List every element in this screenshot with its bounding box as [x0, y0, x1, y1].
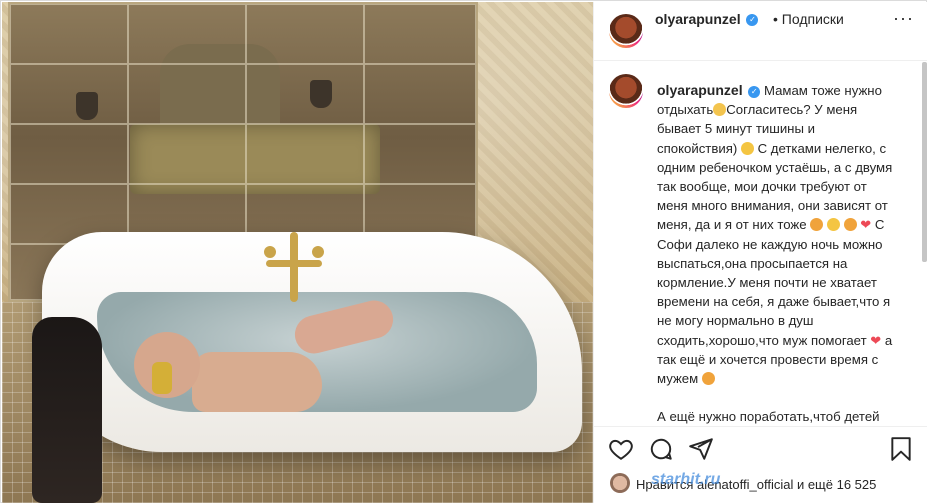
person-emoji-icon — [810, 218, 824, 232]
mirror-tile — [10, 124, 128, 184]
heart-emoji-icon: ❤ — [870, 332, 882, 348]
mirror-tile — [364, 124, 476, 184]
mirror-tile — [128, 64, 246, 124]
post-actions-bar — [594, 428, 927, 468]
caption-area[interactable]: olyarapunzel ✓ Мамам тоже нужно отдыхать… — [594, 62, 927, 427]
bookmark-icon[interactable] — [888, 436, 914, 462]
mirror-tile — [10, 64, 128, 124]
mirror-tile — [246, 64, 364, 124]
caption-scrollbar[interactable] — [922, 62, 927, 262]
caption-avatar[interactable] — [609, 74, 643, 108]
bottle-emoji-icon — [826, 218, 840, 232]
share-icon[interactable] — [688, 436, 714, 462]
site-watermark: starhit.ru — [651, 471, 721, 488]
post-header: olyarapunzel ✓ • Подписки ··· — [594, 2, 927, 61]
woman-body — [192, 352, 322, 412]
heart-emoji-icon: ❤ — [860, 217, 872, 233]
grimacing-emoji-icon — [740, 141, 754, 155]
caption-part: С Софи далеко не каждую ночь можно выспа… — [657, 217, 891, 348]
woman-hair — [32, 317, 102, 503]
golden-phone — [152, 362, 172, 394]
caption-text: olyarapunzel ✓ Мамам тоже нужно отдыхать… — [657, 81, 897, 426]
verified-badge-icon: ✓ — [746, 14, 759, 27]
star-eyes-emoji-icon — [701, 372, 715, 386]
mirror-tile — [128, 4, 246, 64]
mirror-tile — [128, 124, 246, 184]
likes-row: Нравится alenatoffi_official и ещё 16 52… — [594, 468, 927, 502]
header-username[interactable]: olyarapunzel — [655, 11, 741, 27]
post-side-panel: olyarapunzel ✓ • Подписки ··· olyarapunz… — [593, 2, 927, 503]
post-photo[interactable] — [2, 2, 593, 503]
mirror-tile — [246, 4, 364, 64]
post-frame: olyarapunzel ✓ • Подписки ··· olyarapunz… — [0, 0, 927, 503]
liker-avatar[interactable] — [610, 473, 630, 493]
golden-faucet — [264, 232, 324, 302]
header-username-row: olyarapunzel ✓ — [655, 11, 759, 27]
mirror-tile — [246, 124, 364, 184]
mirror-tile — [364, 64, 476, 124]
ok-hand-emoji-icon — [713, 103, 727, 117]
verified-badge-icon: ✓ — [748, 85, 761, 98]
more-options-icon[interactable]: ··· — [893, 8, 914, 29]
following-label[interactable]: • Подписки — [773, 11, 844, 27]
comment-icon[interactable] — [648, 436, 674, 462]
caption-username[interactable]: olyarapunzel — [657, 82, 743, 98]
mirror-tile — [10, 4, 128, 64]
heart-icon[interactable] — [608, 436, 634, 462]
caption-paragraph-2: А ещё нужно поработать,чтоб детей — [657, 409, 880, 425]
family-emoji-icon — [843, 218, 857, 232]
mirror-tile — [364, 4, 476, 64]
profile-avatar[interactable] — [609, 14, 643, 48]
